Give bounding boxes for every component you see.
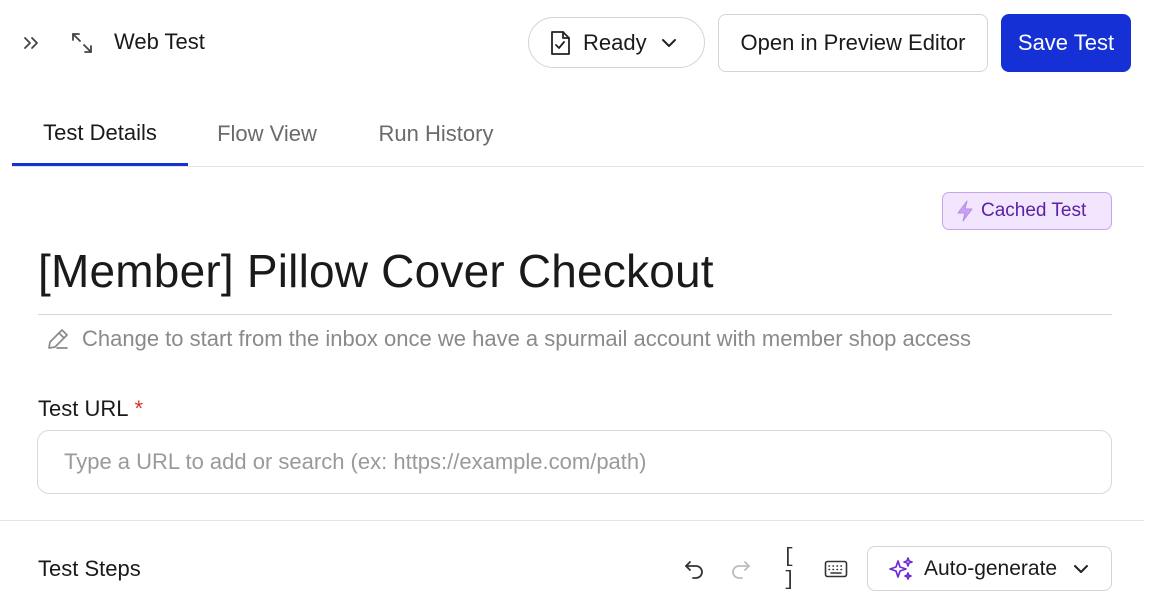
test-url-label-text: Test URL: [38, 396, 129, 421]
auto-generate-dropdown[interactable]: Auto-generate: [867, 546, 1112, 591]
test-url-label: Test URL *: [38, 396, 143, 422]
title-divider: [38, 314, 1112, 315]
tab-flow-view[interactable]: Flow View: [210, 106, 324, 166]
description-text: Change to start from the inbox once we h…: [82, 326, 972, 351]
lightning-icon: [955, 200, 975, 222]
tab-bar: Test Details Flow View Run History: [12, 106, 1144, 167]
test-steps-title: Test Steps: [38, 556, 141, 581]
expand-arrows-icon[interactable]: [68, 29, 96, 57]
sparkles-icon: [888, 556, 914, 582]
tab-run-history[interactable]: Run History: [366, 106, 506, 166]
app-title: Web Test: [114, 29, 205, 54]
test-url-input[interactable]: [37, 430, 1112, 494]
pencil-icon: [46, 327, 70, 351]
file-check-icon: [549, 30, 571, 56]
cached-test-label: Cached Test: [981, 200, 1087, 221]
chevron-down-icon: [661, 38, 677, 48]
test-title[interactable]: [Member] Pillow Cover Checkout: [38, 244, 714, 298]
section-divider: [0, 520, 1144, 521]
save-test-button[interactable]: Save Test: [1001, 14, 1131, 72]
cached-test-badge[interactable]: Cached Test: [942, 192, 1112, 230]
keyboard-icon[interactable]: [822, 555, 850, 583]
status-label: Ready: [583, 29, 647, 55]
auto-generate-label: Auto-generate: [924, 556, 1058, 580]
undo-icon[interactable]: [680, 555, 708, 583]
redo-icon[interactable]: [727, 555, 755, 583]
top-bar: Web Test Ready Open in Preview Editor Sa…: [0, 0, 1150, 88]
tab-test-details[interactable]: Test Details: [12, 106, 188, 166]
brackets-icon[interactable]: [ ]: [774, 546, 804, 592]
chevron-down-icon: [1073, 564, 1089, 574]
double-chevron-right-icon[interactable]: [18, 30, 44, 56]
test-description[interactable]: Change to start from the inbox once we h…: [46, 326, 971, 352]
open-preview-editor-button[interactable]: Open in Preview Editor: [718, 14, 988, 72]
status-dropdown[interactable]: Ready: [528, 17, 705, 68]
required-marker: *: [134, 396, 144, 421]
